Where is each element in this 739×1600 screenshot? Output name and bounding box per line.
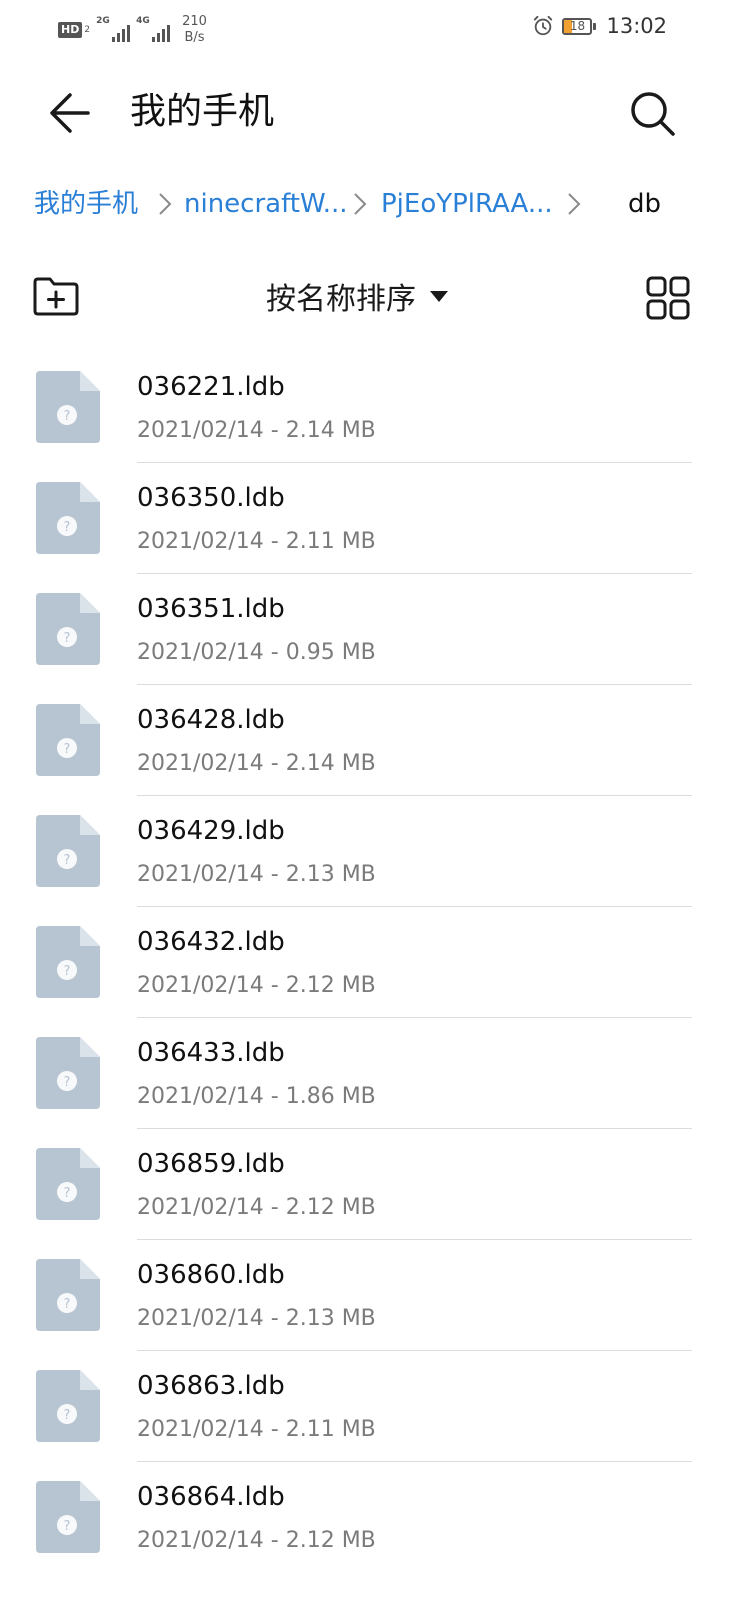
file-meta: 2021/02/14 - 2.13 MB <box>137 862 376 887</box>
file-row[interactable]: ? 036350.ldb 2021/02/14 - 2.11 MB <box>0 463 739 574</box>
svg-text:?: ? <box>64 520 71 535</box>
file-meta: 2021/02/14 - 2.11 MB <box>137 529 376 554</box>
hd-sub: 2 <box>84 25 91 35</box>
back-button[interactable] <box>44 88 100 138</box>
unknown-file-icon: ? <box>36 926 100 998</box>
file-meta: 2021/02/14 - 2.14 MB <box>137 751 376 776</box>
svg-text:?: ? <box>64 631 71 646</box>
grid-icon <box>646 276 690 320</box>
file-meta: 2021/02/14 - 2.12 MB <box>137 973 376 998</box>
file-meta: 2021/02/14 - 2.13 MB <box>137 1306 376 1331</box>
file-row[interactable]: ? 036432.ldb 2021/02/14 - 2.12 MB <box>0 907 739 1018</box>
file-row[interactable]: ? 036221.ldb 2021/02/14 - 2.14 MB <box>0 352 739 463</box>
file-row[interactable]: ? 036860.ldb 2021/02/14 - 2.13 MB <box>0 1240 739 1351</box>
file-name: 036221.ldb <box>137 372 285 402</box>
unknown-file-icon: ? <box>36 1259 100 1331</box>
file-meta: 2021/02/14 - 2.14 MB <box>137 418 376 443</box>
file-name: 036350.ldb <box>137 483 285 513</box>
unknown-file-icon: ? <box>36 1481 100 1553</box>
file-name: 036428.ldb <box>137 705 285 735</box>
file-meta: 2021/02/14 - 1.86 MB <box>137 1084 376 1109</box>
search-button[interactable] <box>624 88 680 138</box>
file-name: 036860.ldb <box>137 1260 285 1290</box>
signal-1-tag: 2G <box>96 16 110 26</box>
svg-text:?: ? <box>64 964 71 979</box>
network-speed-unit: B/s <box>184 30 205 45</box>
file-name: 036864.ldb <box>137 1482 285 1512</box>
svg-text:?: ? <box>64 1297 71 1312</box>
file-name: 036859.ldb <box>137 1149 285 1179</box>
svg-text:?: ? <box>64 1519 71 1534</box>
svg-text:?: ? <box>64 853 71 868</box>
status-time: 13:02 <box>606 14 667 38</box>
caret-down-icon <box>430 290 448 302</box>
chevron-right-icon <box>354 193 367 215</box>
signal-2-tag: 4G <box>136 16 150 26</box>
svg-text:?: ? <box>64 1186 71 1201</box>
file-meta: 2021/02/14 - 2.12 MB <box>137 1195 376 1220</box>
status-right: 18 13:02 <box>532 14 667 38</box>
file-name: 036429.ldb <box>137 816 285 846</box>
unknown-file-icon: ? <box>36 704 100 776</box>
file-name: 036433.ldb <box>137 1038 285 1068</box>
file-row[interactable]: ? 036428.ldb 2021/02/14 - 2.14 MB <box>0 685 739 796</box>
svg-text:?: ? <box>64 742 71 757</box>
file-row[interactable]: ? 036433.ldb 2021/02/14 - 1.86 MB <box>0 1018 739 1129</box>
unknown-file-icon: ? <box>36 1037 100 1109</box>
unknown-file-icon: ? <box>36 482 100 554</box>
breadcrumb-item-ninecraft[interactable]: ninecraftW... <box>184 186 348 222</box>
file-row[interactable]: ? 036864.ldb 2021/02/14 - 2.12 MB <box>0 1462 739 1573</box>
toolbar: 按名称排序 <box>0 266 739 326</box>
network-speed-value: 210 <box>182 14 207 29</box>
network-speed: 210 B/s <box>182 14 207 46</box>
breadcrumb-item-current: db <box>628 189 662 219</box>
file-meta: 2021/02/14 - 2.11 MB <box>137 1417 376 1442</box>
search-icon <box>631 92 675 136</box>
file-row[interactable]: ? 036859.ldb 2021/02/14 - 2.12 MB <box>0 1129 739 1240</box>
file-row[interactable]: ? 036863.ldb 2021/02/14 - 2.11 MB <box>0 1351 739 1462</box>
file-row[interactable]: ? 036429.ldb 2021/02/14 - 2.13 MB <box>0 796 739 907</box>
chevron-right-icon <box>568 193 581 215</box>
svg-text:?: ? <box>64 1075 71 1090</box>
sort-dropdown[interactable]: 按名称排序 <box>266 272 448 320</box>
unknown-file-icon: ? <box>36 1148 100 1220</box>
unknown-file-icon: ? <box>36 593 100 665</box>
signal-2-icon: 4G <box>136 16 171 42</box>
file-name: 036432.ldb <box>137 927 285 957</box>
file-name: 036863.ldb <box>137 1371 285 1401</box>
signal-1-icon: 2G <box>96 16 131 42</box>
file-meta: 2021/02/14 - 2.12 MB <box>137 1528 376 1553</box>
page-title: 我的手机 <box>130 91 275 132</box>
file-meta: 2021/02/14 - 0.95 MB <box>137 640 376 665</box>
svg-text:?: ? <box>64 409 71 424</box>
unknown-file-icon: ? <box>36 815 100 887</box>
battery-level: 18 <box>569 18 586 33</box>
arrow-left-icon <box>50 93 90 133</box>
alarm-clock-icon <box>534 15 553 36</box>
unknown-file-icon: ? <box>36 1370 100 1442</box>
breadcrumb-item-world[interactable]: PjEoYPlRAA... <box>381 186 553 222</box>
unknown-file-icon: ? <box>36 371 100 443</box>
breadcrumb: 我的手机 ninecraftW... PjEoYPlRAA... db <box>0 176 739 232</box>
breadcrumb-item-my-phone[interactable]: 我的手机 <box>34 186 138 222</box>
file-row[interactable]: ? 036351.ldb 2021/02/14 - 0.95 MB <box>0 574 739 685</box>
app-header: 我的手机 <box>0 70 739 154</box>
hd-label: HD <box>58 22 83 38</box>
sort-label: 按名称排序 <box>266 282 416 317</box>
grid-view-button[interactable] <box>644 274 692 322</box>
file-name: 036351.ldb <box>137 594 285 624</box>
status-left: HD 2 2G 4G 210 B/s <box>58 14 207 46</box>
svg-text:?: ? <box>64 1408 71 1423</box>
battery-icon: 18 <box>562 17 597 35</box>
folder-plus-icon <box>33 277 79 316</box>
new-folder-button[interactable] <box>30 274 82 318</box>
status-bar: HD 2 2G 4G 210 B/s 18 13:02 <box>0 0 739 56</box>
chevron-right-icon <box>159 193 172 215</box>
hd-voice-icon: HD 2 <box>58 21 90 39</box>
